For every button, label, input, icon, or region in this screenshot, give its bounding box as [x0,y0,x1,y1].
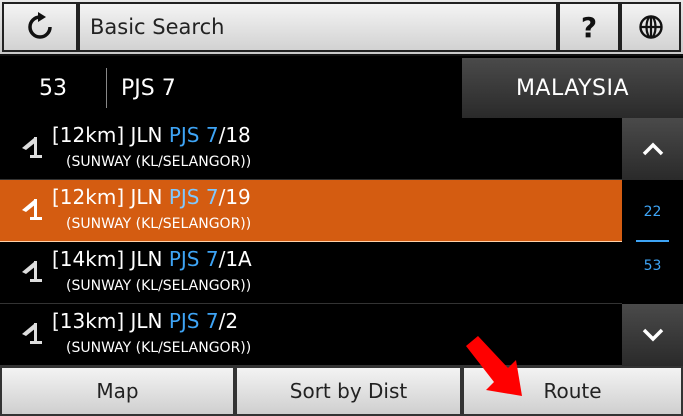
scrollbar: 22 53 [622,118,683,366]
sort-by-distance-button[interactable]: Sort by Dist [235,366,462,416]
result-suffix: /2 [218,309,239,333]
result-area: (SUNWAY (KL/SELANGOR)) [66,340,252,356]
result-suffix: /18 [218,123,251,147]
language-button[interactable] [620,2,681,52]
list-item-selected[interactable]: [12km] JLN PJS 7/19 (SUNWAY (KL/SELANGOR… [0,180,622,242]
chevron-down-icon [642,328,663,342]
page-divider [636,240,669,242]
chevron-up-icon [642,142,663,156]
result-area: (SUNWAY (KL/SELANGOR)) [66,154,252,170]
road-sign-icon [22,137,42,158]
list-item[interactable]: [12km] JLN PJS 7/18 (SUNWAY (KL/SELANGOR… [0,118,622,180]
result-count: 53 [39,75,67,101]
result-distance-street: [13km] JLN [52,309,169,333]
road-sign-icon [22,323,42,344]
result-match-text: PJS 7 [168,309,219,333]
result-distance-street: [14km] JLN [52,247,169,271]
search-query-field[interactable]: PJS 7 [107,58,462,118]
refresh-icon [28,12,52,39]
road-sign-icon [22,199,42,220]
country-button[interactable]: MALAYSIA [462,58,683,118]
search-row: 53 PJS 7 MALAYSIA [0,58,683,118]
scroll-down-button[interactable] [622,304,683,366]
result-match-text: PJS 7 [168,123,219,147]
page-indicator: 22 53 [622,180,683,304]
current-position: 22 [643,204,662,220]
result-area: (SUNWAY (KL/SELANGOR)) [66,278,252,294]
page-title: Basic Search [78,2,558,52]
results-list: [12km] JLN PJS 7/18 (SUNWAY (KL/SELANGOR… [0,118,622,366]
result-area: (SUNWAY (KL/SELANGOR)) [66,216,252,232]
help-button[interactable]: ? [558,2,620,52]
route-button[interactable]: Route [462,366,683,416]
result-distance-street: [12km] JLN [52,123,169,147]
list-item[interactable]: [13km] JLN PJS 7/2 (SUNWAY (KL/SELANGOR)… [0,304,622,366]
scroll-up-button[interactable] [622,118,683,180]
result-match-text: PJS 7 [168,185,219,209]
list-item[interactable]: [14km] JLN PJS 7/1A (SUNWAY (KL/SELANGOR… [0,242,622,304]
result-suffix: /19 [218,185,251,209]
result-match-text: PJS 7 [168,247,219,271]
map-button[interactable]: Map [0,366,235,416]
globe-icon [638,15,663,39]
total-results: 53 [643,258,662,274]
result-suffix: /1A [218,247,252,271]
reset-button[interactable] [2,2,78,52]
footer-bar: Map Sort by Dist Route [0,366,683,416]
result-distance-street: [12km] JLN [52,185,169,209]
header-bar: Basic Search ? [0,0,683,56]
road-sign-icon [22,261,42,282]
